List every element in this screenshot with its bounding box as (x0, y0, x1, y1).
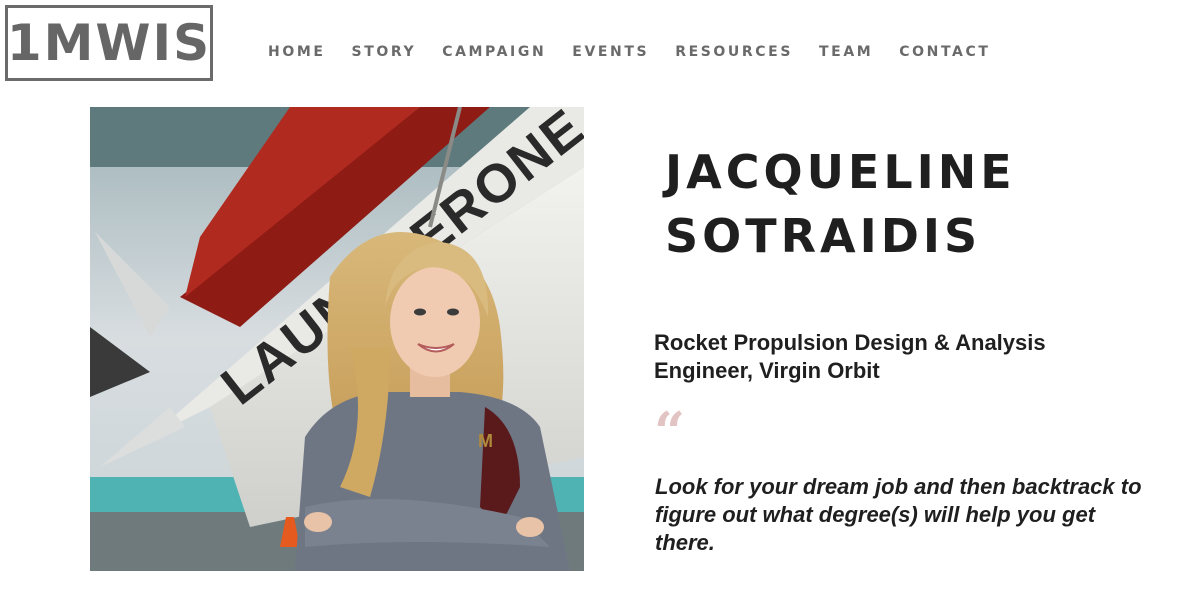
photo-illustration: LAUNCHERONE (90, 107, 584, 571)
person-name: JACQUELINE SOTRAIDIS (665, 140, 1165, 268)
quote-text: Look for your dream job and then backtra… (655, 474, 1142, 555)
page: 1MWIS HOME STORY CAMPAIGN EVENTS RESOURC… (0, 0, 1200, 597)
nav-team[interactable]: TEAM (819, 44, 873, 60)
person-name-line1: JACQUELINE (665, 145, 1016, 199)
profile-photo: LAUNCHERONE (90, 107, 584, 571)
nav-events[interactable]: EVENTS (572, 44, 649, 60)
nav-resources[interactable]: RESOURCES (675, 44, 793, 60)
nav-story[interactable]: STORY (352, 44, 417, 60)
role-line2: Engineer, Virgin Orbit (654, 358, 880, 383)
role-line1: Rocket Propulsion Design & Analysis (654, 330, 1046, 355)
person-name-line2: SOTRAIDIS (665, 209, 982, 263)
site-logo[interactable]: 1MWIS (5, 5, 213, 81)
logo-text: 1MWIS (6, 14, 212, 72)
nav-contact[interactable]: CONTACT (899, 44, 990, 60)
main-nav: HOME STORY CAMPAIGN EVENTS RESOURCES TEA… (268, 44, 1017, 60)
quote-mark-icon: “ (654, 400, 686, 464)
nav-campaign[interactable]: CAMPAIGN (442, 44, 546, 60)
nav-home[interactable]: HOME (268, 44, 326, 60)
person-role: Rocket Propulsion Design & Analysis Engi… (654, 329, 1114, 385)
svg-text:M: M (478, 431, 493, 451)
